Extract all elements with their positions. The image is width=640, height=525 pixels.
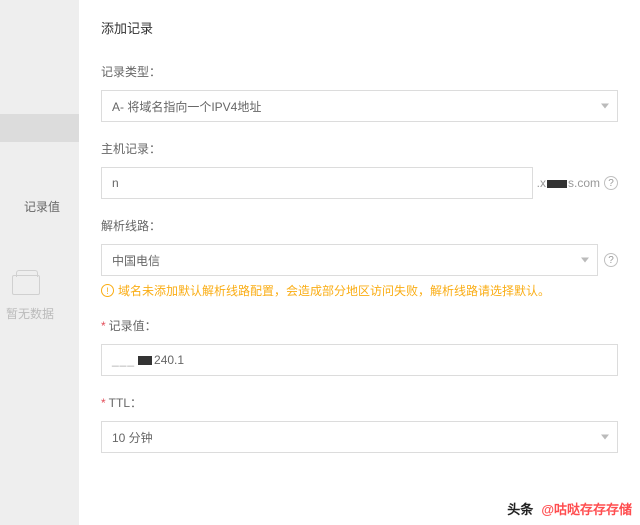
record-value-input[interactable]: ___ 240.1 — [101, 344, 618, 376]
domain-suffix: .xs.com — [537, 176, 600, 190]
host-record-label: 主机记录： — [101, 140, 618, 157]
record-type-field: 记录类型： A- 将域名指向一个IPV4地址 — [101, 63, 618, 122]
line-value: 中国电信 — [112, 252, 160, 269]
censored-text — [547, 180, 567, 188]
host-record-value: n — [112, 176, 119, 190]
record-value-field: * 记录值： ___ 240.1 — [101, 317, 618, 376]
ttl-field: * TTL： 10 分钟 — [101, 394, 618, 453]
required-marker: * — [101, 396, 106, 410]
record-type-value: A- 将域名指向一个IPV4地址 — [112, 98, 261, 115]
watermark-text: @咕哒存存存储 — [541, 499, 632, 518]
line-label: 解析线路： — [101, 217, 618, 234]
background-sidebar-active — [0, 114, 79, 142]
help-icon[interactable]: ? — [604, 253, 618, 267]
panel-title: 添加记录 — [101, 18, 618, 37]
warning-icon: ! — [101, 284, 114, 297]
background-nodata-text: 暂无数据 — [6, 305, 54, 322]
help-icon[interactable]: ? — [604, 176, 618, 190]
add-record-panel: 添加记录 记录类型： A- 将域名指向一个IPV4地址 主机记录： n .xs.… — [79, 0, 640, 525]
required-marker: * — [101, 319, 106, 333]
censored-text — [138, 356, 152, 365]
line-warning: ! 域名未添加默认解析线路配置，会造成部分地区访问失败，解析线路请选择默认。 — [101, 282, 618, 299]
record-value-obscured-prefix: ___ — [112, 353, 135, 367]
record-value-text: 240.1 — [154, 353, 184, 367]
background-sidebar — [0, 0, 79, 525]
ttl-select[interactable]: 10 分钟 — [101, 421, 618, 453]
host-record-field: 主机记录： n .xs.com ? — [101, 140, 618, 199]
warning-text: 域名未添加默认解析线路配置，会造成部分地区访问失败，解析线路请选择默认。 — [118, 282, 550, 299]
empty-box-icon — [12, 275, 40, 295]
watermark-badge: 头条 — [503, 498, 537, 519]
chevron-down-icon — [601, 104, 609, 109]
watermark: 头条 @咕哒存存存储 — [503, 498, 632, 519]
line-select[interactable]: 中国电信 — [101, 244, 598, 276]
chevron-down-icon — [581, 258, 589, 263]
record-type-select[interactable]: A- 将域名指向一个IPV4地址 — [101, 90, 618, 122]
chevron-down-icon — [601, 435, 609, 440]
record-value-label: * 记录值： — [101, 317, 618, 334]
background-column-header: 记录值 — [24, 198, 60, 215]
line-field: 解析线路： 中国电信 ? ! 域名未添加默认解析线路配置，会造成部分地区访问失败… — [101, 217, 618, 299]
ttl-value: 10 分钟 — [112, 429, 153, 446]
ttl-label: * TTL： — [101, 394, 618, 411]
record-type-label: 记录类型： — [101, 63, 618, 80]
host-record-input[interactable]: n — [101, 167, 533, 199]
